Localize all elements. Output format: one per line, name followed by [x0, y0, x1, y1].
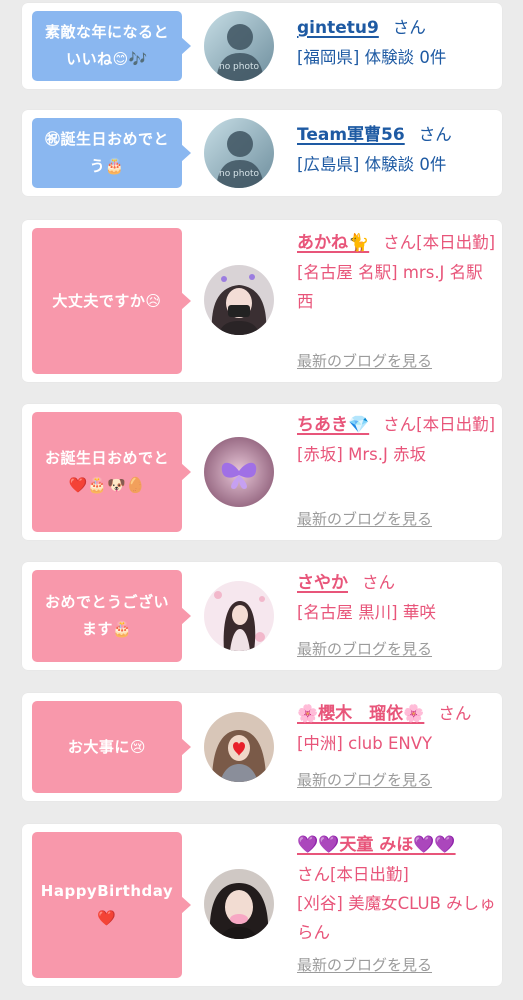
- sender-info: ちあき💎 さん[本日出勤] [赤坂] Mrs.J 赤坂: [297, 410, 497, 469]
- avatar[interactable]: [204, 869, 274, 939]
- avatar[interactable]: [204, 581, 274, 651]
- message-card: ㊗誕生日おめでとう🎂 no photo Team軍曹56 さん [広島県] 体験談…: [22, 110, 502, 196]
- sender-detail: [名古屋 名駅] mrs.J 名駅西: [297, 263, 483, 311]
- message-bubble: 素敵な年になるといいね😊🎶: [32, 11, 191, 81]
- sender-detail: [赤坂] Mrs.J 赤坂: [297, 445, 427, 464]
- sender-info: Team軍曹56 さん [広島県] 体験談 0件: [297, 120, 497, 179]
- sender-info: 💜💜天童 みほ💜💜 さん[本日出勤] [刈谷] 美魔女CLUB みしゅらん: [297, 830, 497, 947]
- message-bubble: お誕生日おめでと❤️🎂🐶🥚: [32, 412, 191, 532]
- honorific: さん: [418, 125, 452, 144]
- sender-detail: [中洲] club ENVY: [297, 734, 433, 753]
- message-card: HappyBirthday❤️ 💜💜天童 みほ💜💜 さん[本日出勤] [刈谷] 美…: [22, 824, 502, 986]
- honorific: さん: [362, 573, 395, 592]
- cast-photo-icon: [204, 265, 274, 335]
- avatar[interactable]: no photo: [204, 118, 274, 188]
- sender-info: あかね🐈 さん[本日出勤] [名古屋 名駅] mrs.J 名駅西: [297, 228, 497, 316]
- latest-blog-link[interactable]: 最新のブログを見る: [297, 350, 432, 371]
- sender-info: gintetu9 さん [福岡県] 体験談 0件: [297, 13, 497, 72]
- sender-detail: [広島県] 体験談 0件: [297, 155, 447, 174]
- sender-name-link[interactable]: さやか: [297, 573, 348, 593]
- cast-photo-icon: [204, 437, 274, 507]
- sender-detail: [名古屋 黒川] 華咲: [297, 603, 436, 622]
- no-photo-avatar-icon: no photo: [204, 118, 274, 188]
- sender-name-link[interactable]: 🌸櫻木 瑠依🌸: [297, 704, 424, 724]
- message-feed: 素敵な年になるといいね😊🎶 no photo gintetu9 さん [福岡県] …: [0, 0, 523, 1000]
- sender-info: 🌸櫻木 瑠依🌸 さん [中洲] club ENVY: [297, 699, 497, 758]
- message-bubble: HappyBirthday❤️: [32, 832, 191, 978]
- sender-detail: [福岡県] 体験談 0件: [297, 48, 447, 67]
- svg-text:no photo: no photo: [219, 62, 260, 72]
- avatar[interactable]: [204, 265, 274, 335]
- sender-name-link[interactable]: gintetu9: [297, 18, 379, 38]
- avatar[interactable]: [204, 712, 274, 782]
- sender-name-link[interactable]: あかね🐈: [297, 233, 369, 253]
- cast-photo-icon: [204, 581, 274, 651]
- message-bubble: お大事に😢: [32, 701, 191, 793]
- sender-detail: [刈谷] 美魔女CLUB みしゅらん: [297, 894, 496, 942]
- message-bubble: おめでとうございます🎂: [32, 570, 191, 662]
- latest-blog-link[interactable]: 最新のブログを見る: [297, 638, 432, 659]
- sender-name-link[interactable]: ちあき💎: [297, 415, 369, 435]
- message-card: お大事に😢 🌸櫻木 瑠依🌸 さん [中洲] club ENVY 最新のブログを見る: [22, 693, 502, 801]
- honorific: さん[本日出勤]: [383, 415, 496, 434]
- latest-blog-link[interactable]: 最新のブログを見る: [297, 769, 432, 790]
- message-card: 素敵な年になるといいね😊🎶 no photo gintetu9 さん [福岡県] …: [22, 3, 502, 89]
- cast-photo-icon: [204, 712, 274, 782]
- sender-name-link[interactable]: Team軍曹56: [297, 125, 405, 145]
- svg-text:no photo: no photo: [219, 169, 260, 179]
- honorific: さん[本日出勤]: [383, 233, 496, 252]
- message-card: 大丈夫ですか😥 あかね🐈 さん[本日出勤] [名古屋 名駅] mrs.J 名駅西 …: [22, 220, 502, 382]
- avatar[interactable]: [204, 437, 274, 507]
- message-bubble: 大丈夫ですか😥: [32, 228, 191, 374]
- honorific: さん: [392, 18, 426, 37]
- no-photo-avatar-icon: no photo: [204, 11, 274, 81]
- sender-info: さやか さん [名古屋 黒川] 華咲: [297, 568, 497, 627]
- sender-name-link[interactable]: 💜💜天童 みほ💜💜: [297, 835, 456, 855]
- latest-blog-link[interactable]: 最新のブログを見る: [297, 508, 432, 529]
- message-bubble: ㊗誕生日おめでとう🎂: [32, 118, 191, 188]
- avatar[interactable]: no photo: [204, 11, 274, 81]
- honorific: さん[本日出勤]: [297, 865, 409, 884]
- message-card: おめでとうございます🎂 さやか さん [名古屋 黒川] 華咲 最新のブログを見る: [22, 562, 502, 670]
- cast-photo-icon: [204, 869, 274, 939]
- latest-blog-link[interactable]: 最新のブログを見る: [297, 954, 432, 975]
- honorific: さん: [438, 704, 472, 723]
- message-card: お誕生日おめでと❤️🎂🐶🥚 ちあき💎 さん[本日出勤] [赤坂] Mrs.J 赤坂: [22, 404, 502, 540]
